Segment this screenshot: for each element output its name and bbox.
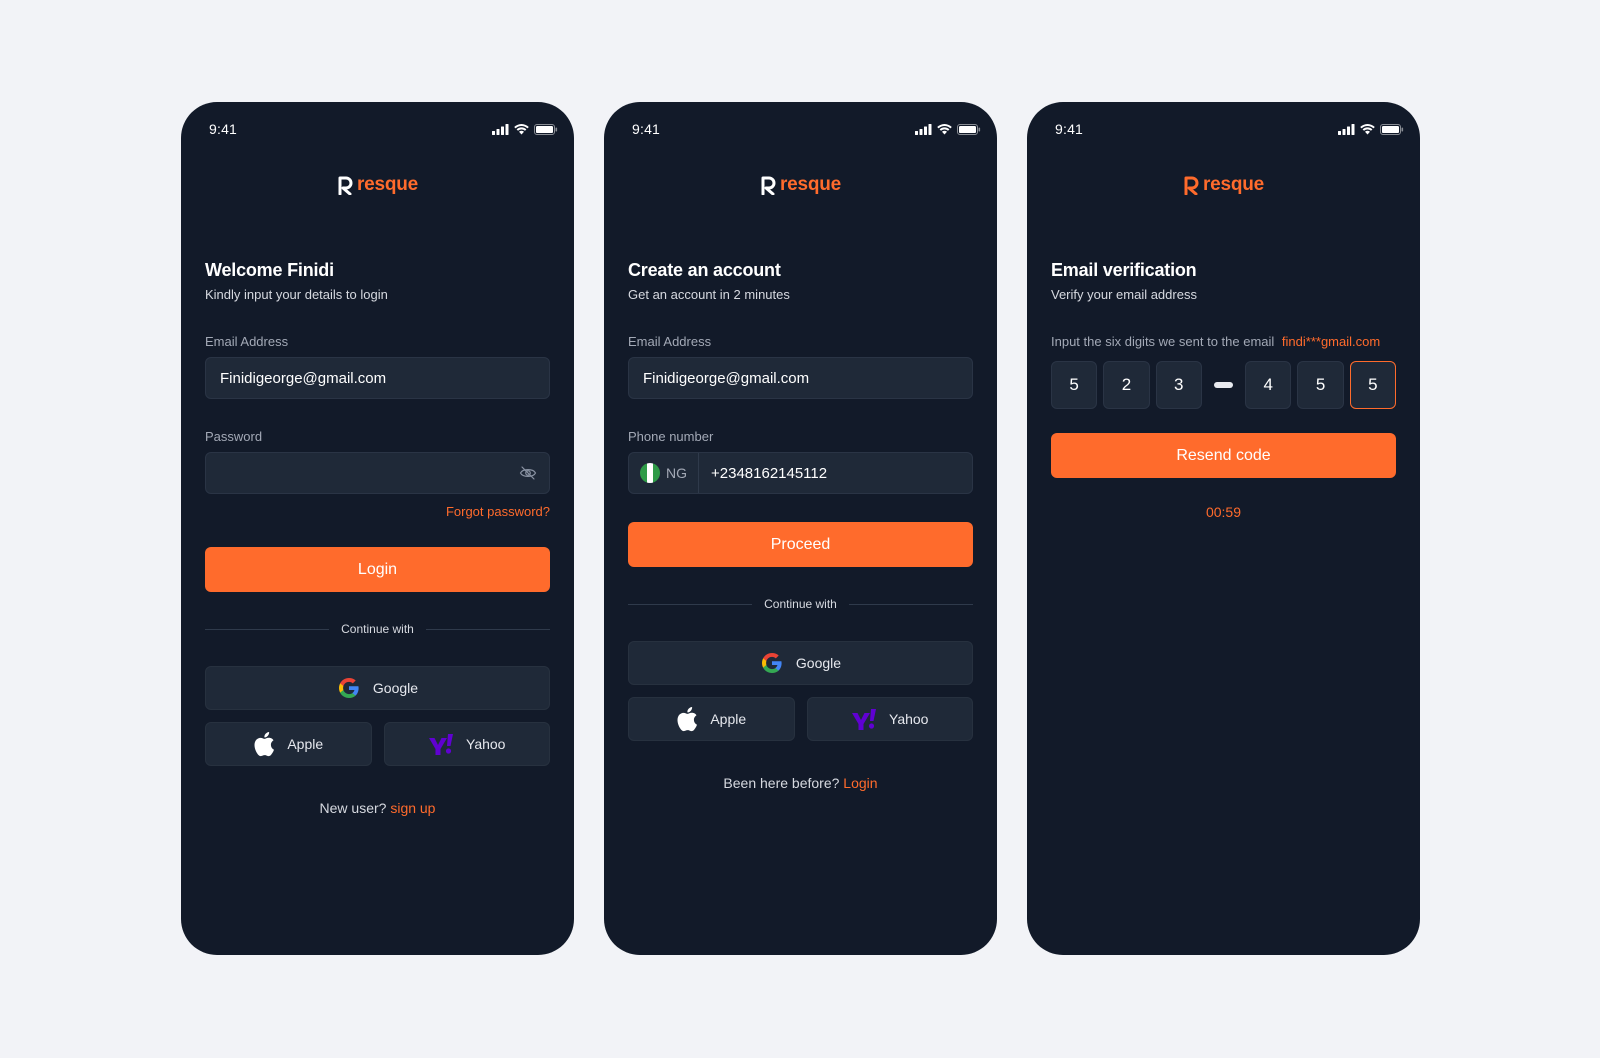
battery-icon [957,123,981,135]
apple-label: Apple [710,711,747,727]
status-time: 9:41 [632,121,661,137]
google-button[interactable]: Google [628,641,973,685]
email-label: Email Address [628,334,712,349]
battery-icon [534,123,558,135]
phone-value: +2348162145112 [711,464,828,482]
eye-off-icon[interactable] [519,464,537,482]
yahoo-label: Yahoo [466,736,506,752]
brand-logo: resque [1027,174,1420,196]
signup-screen: 9:41 resque Create an account Get an acc… [604,102,997,955]
resque-logo-icon [338,176,353,195]
page-subtitle: Verify your email address [1051,287,1197,302]
google-label: Google [795,655,842,671]
apple-icon [254,732,275,757]
otp-separator [1213,382,1234,388]
resend-code-button[interactable]: Resend code [1051,433,1396,478]
forgot-password-link[interactable]: Forgot password? [205,504,550,519]
otp-digit[interactable]: 5 [1297,361,1344,409]
page-title: Create an account [628,260,781,280]
brand-name: resque [1202,174,1265,195]
google-button[interactable]: Google [205,666,550,710]
google-icon [338,678,359,698]
country-code: NG [666,465,687,481]
brand-logo: resque [181,174,574,196]
otp-hint-text: Input the six digits we sent to the emai… [1051,334,1275,349]
countdown-timer: 00:59 [1205,504,1242,520]
email-value: Finidigeorge@gmail.com [220,369,387,387]
resque-logo-icon [1184,176,1199,195]
signal-icon [492,123,509,135]
login-form: Welcome Finidi Kindly input your details… [205,260,550,816]
page-title: Email verification [1051,260,1197,280]
otp-digit-active[interactable]: 5 [1349,361,1397,409]
signal-icon [1338,123,1355,135]
continue-with-label: Continue with [764,597,837,611]
wifi-icon [937,123,952,134]
google-icon [761,653,782,673]
phone-label: Phone number [628,429,714,444]
continue-with-divider: Continue with [628,597,973,611]
yahoo-button[interactable]: Yahoo [806,697,973,741]
otp-digit[interactable]: 3 [1155,361,1202,409]
otp-input: 5 2 3 4 5 5 [1051,361,1397,409]
yahoo-icon [429,734,454,755]
wifi-icon [514,123,529,134]
otp-digit[interactable]: 5 [1051,361,1098,409]
proceed-button[interactable]: Proceed [628,522,973,567]
apple-button[interactable]: Apple [205,722,372,766]
otp-hint: Input the six digits we sent to the emai… [1051,334,1396,349]
apple-icon [677,707,698,732]
page-subtitle: Get an account in 2 minutes [628,287,790,302]
brand-logo: resque [604,174,997,196]
otp-digit[interactable]: 4 [1245,361,1292,409]
country-code-select[interactable]: NG [629,453,699,493]
page-title: Welcome Finidi [205,260,334,280]
yahoo-button[interactable]: Yahoo [383,722,550,766]
wifi-icon [1360,123,1375,134]
verification-form: Email verification Verify your email add… [1051,260,1397,520]
signal-icon [915,123,932,135]
status-time: 9:41 [1055,121,1084,137]
otp-digit[interactable]: 2 [1103,361,1150,409]
login-prompt: Been here before? Login [628,775,973,791]
continue-with-label: Continue with [341,622,414,636]
apple-label: Apple [287,736,324,752]
brand-name: resque [779,174,842,195]
phone-field[interactable]: NG +2348162145112 [628,452,973,494]
signup-link[interactable]: sign up [390,800,435,816]
yahoo-label: Yahoo [889,711,929,727]
battery-icon [1380,123,1404,135]
status-bar: 9:41 [1055,120,1404,138]
login-link[interactable]: Login [843,775,877,791]
verification-screen: 9:41 resque Email verification Verify yo… [1027,102,1420,955]
status-time: 9:41 [209,121,238,137]
nigeria-flag-icon [640,463,660,483]
resque-logo-icon [761,176,776,195]
google-label: Google [372,680,419,696]
signup-prompt-text: New user? [319,800,387,816]
email-value: Finidigeorge@gmail.com [643,369,810,387]
status-bar: 9:41 [209,120,558,138]
apple-button[interactable]: Apple [628,697,795,741]
login-button[interactable]: Login [205,547,550,592]
email-field[interactable]: Finidigeorge@gmail.com [205,357,550,399]
login-prompt-text: Been here before? [723,775,840,791]
email-label: Email Address [205,334,289,349]
password-field[interactable] [205,452,550,494]
password-label: Password [205,429,263,444]
masked-email: findi***gmail.com [1281,334,1381,349]
brand-name: resque [356,174,419,195]
yahoo-icon [852,709,877,730]
email-field[interactable]: Finidigeorge@gmail.com [628,357,973,399]
page-subtitle: Kindly input your details to login [205,287,388,302]
signup-form: Create an account Get an account in 2 mi… [628,260,973,791]
continue-with-divider: Continue with [205,622,550,636]
login-screen: 9:41 resque Welcome Finidi Kindly input … [181,102,574,955]
status-bar: 9:41 [632,120,981,138]
signup-prompt: New user? sign up [205,800,550,816]
